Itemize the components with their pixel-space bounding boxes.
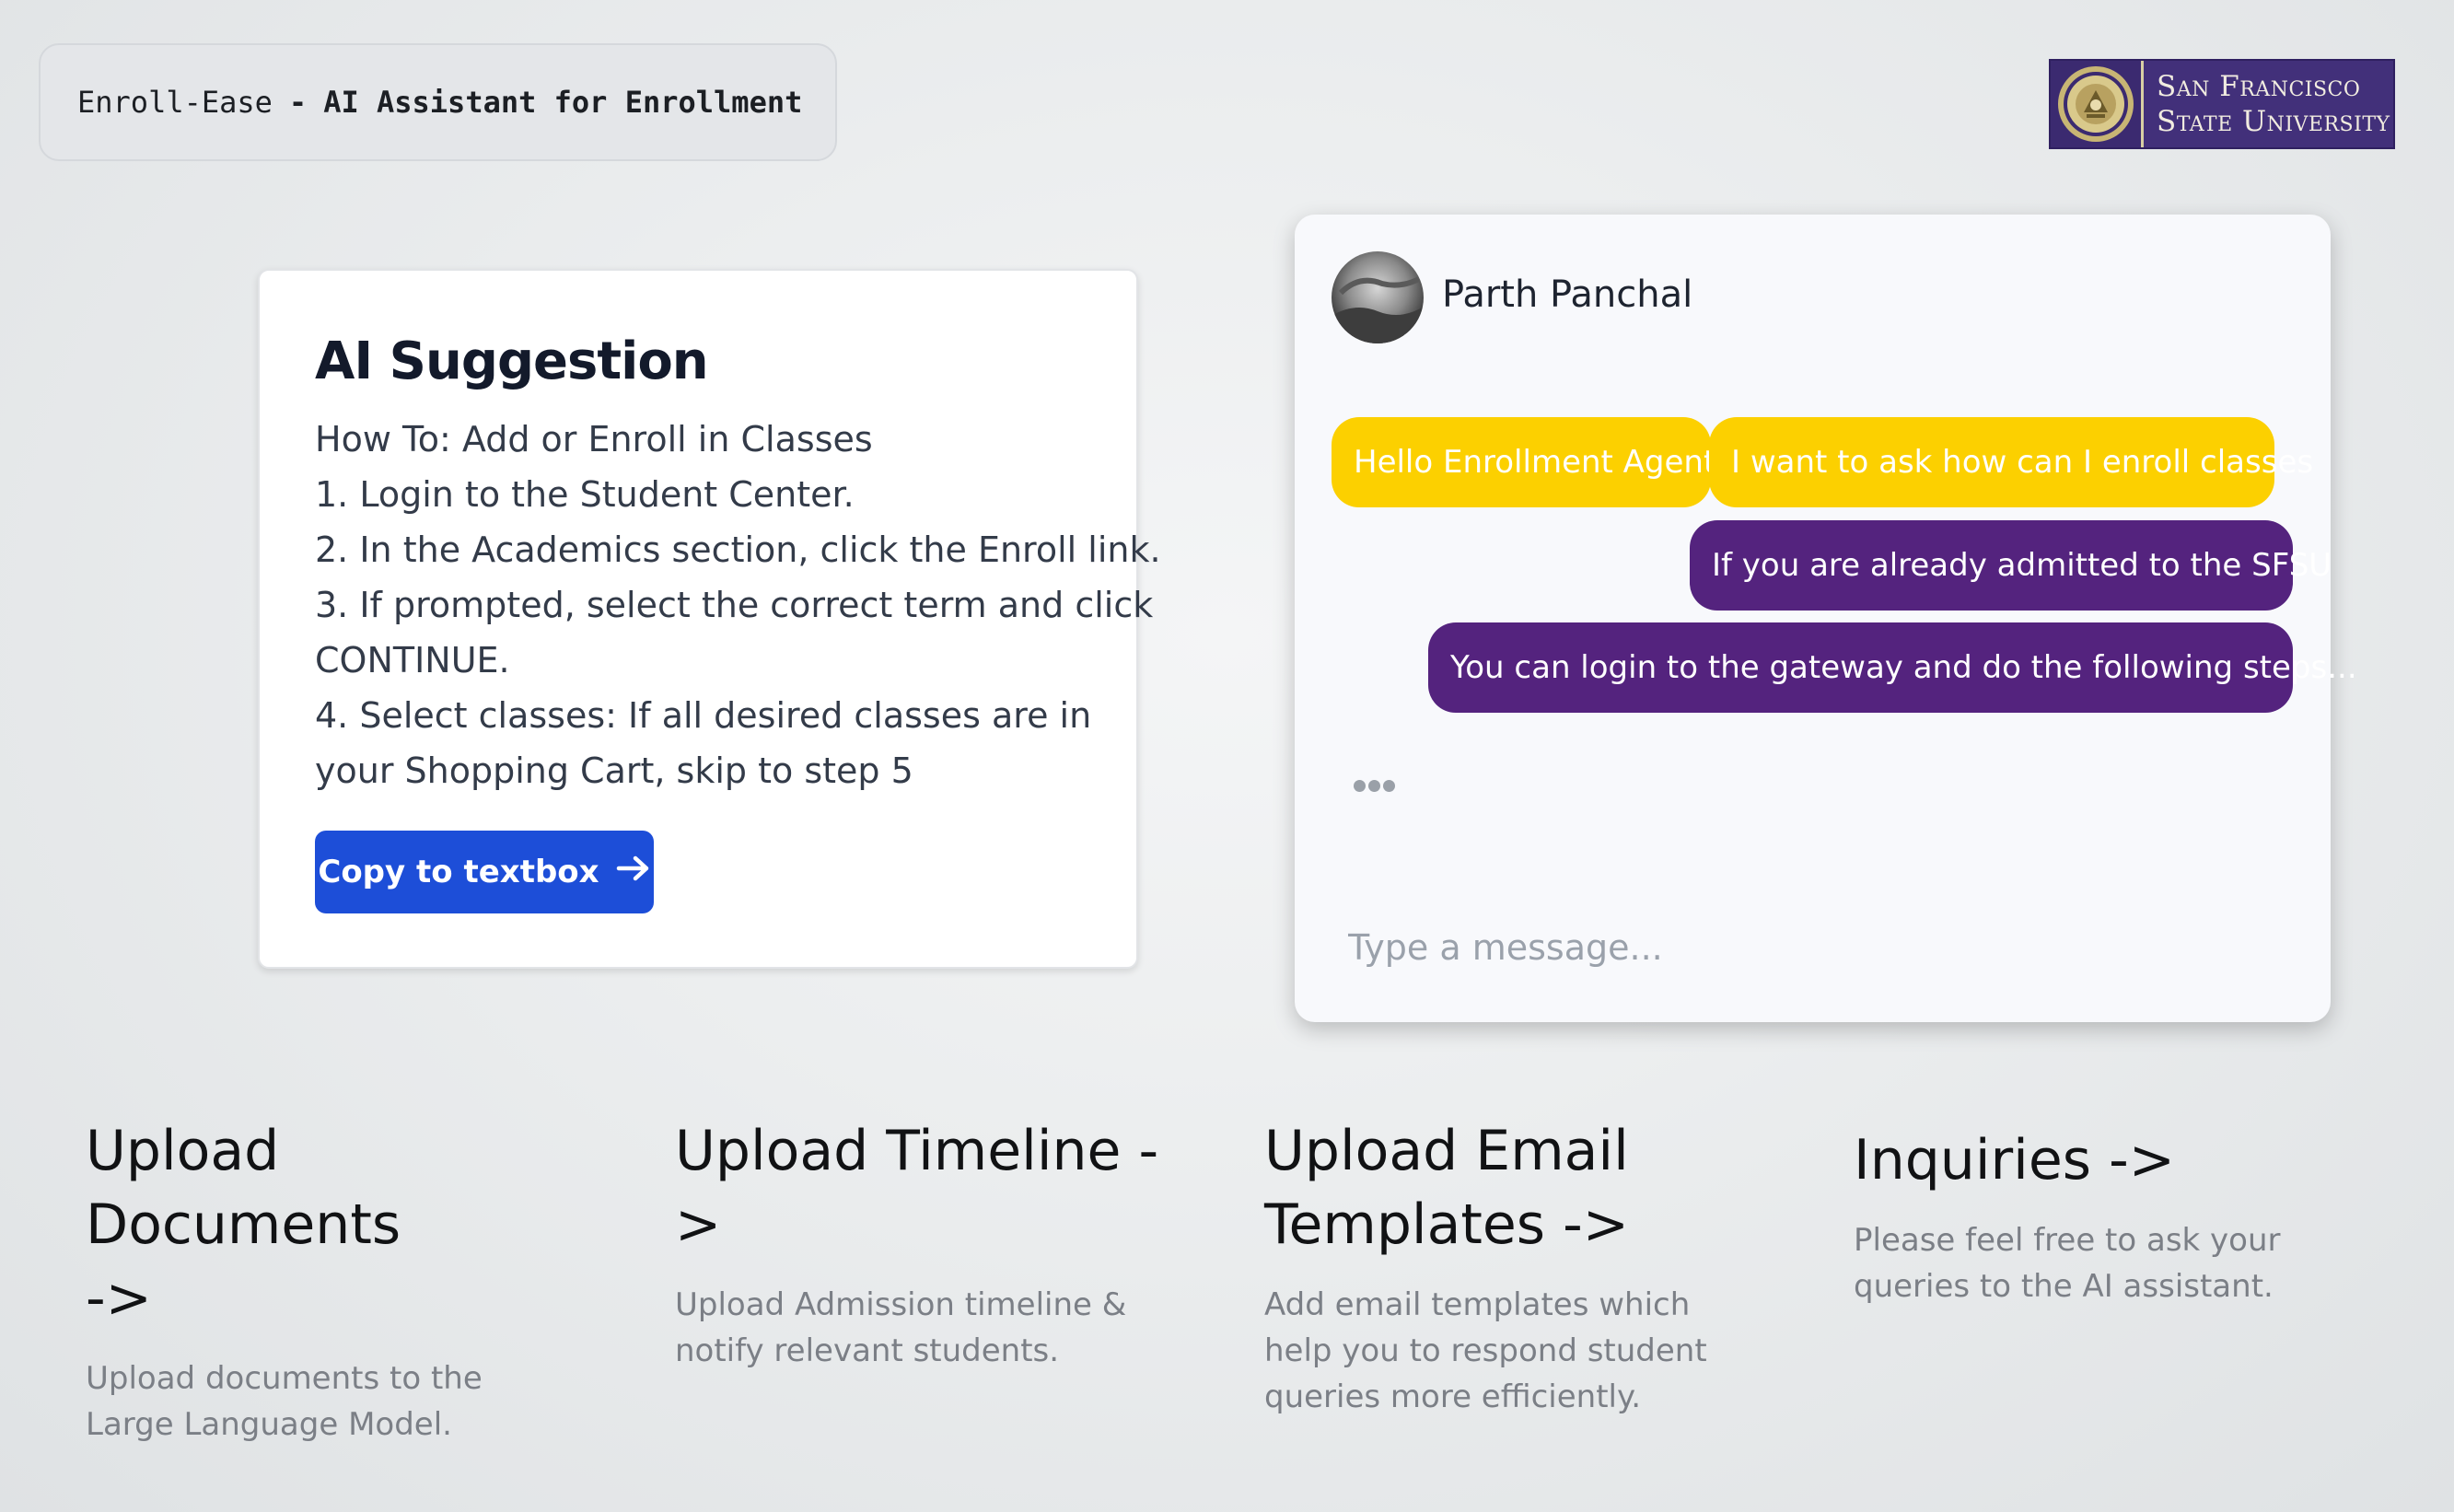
upload-email-templates-link[interactable]: Upload Email Templates -> — [1264, 1114, 1780, 1262]
message-input[interactable] — [1346, 914, 2280, 981]
feature-title: Upload Email — [1264, 1119, 1629, 1183]
suggestion-line: 4. Select classes: If all desired classe… — [315, 695, 1092, 736]
chat-panel: Parth Panchal Hello Enrollment Agent I w… — [1295, 215, 2357, 1022]
ai-suggestion-card: AI Suggestion How To: Add or Enroll in C… — [258, 269, 1161, 969]
suggestion-line: CONTINUE. — [315, 640, 510, 680]
logo-line-1: San Francisco — [2157, 70, 2361, 103]
feature-description: Please feel free to ask your queries to … — [1854, 1222, 2281, 1305]
upload-timeline-link[interactable]: Upload Timeline -> — [675, 1114, 1191, 1262]
suggestion-line: 2. In the Academics section, click the E… — [315, 529, 1161, 570]
suggestion-line: your Shopping Cart, skip to step 5 — [315, 750, 913, 791]
avatar[interactable] — [1332, 251, 1424, 343]
suggestion-line: 3. If prompted, select the correct term … — [315, 585, 1154, 625]
university-seal-icon — [2051, 61, 2144, 147]
sfsu-logo: San Francisco State University — [2049, 59, 2395, 149]
typing-dots-icon — [1354, 780, 1395, 792]
chat-contact-name: Parth Panchal — [1442, 273, 1693, 316]
logo-line-2: State University — [2157, 105, 2390, 138]
message-bubble-agent: If you are already admitted to the SFSU — [1690, 520, 2332, 611]
feature-description: Upload Admission timeline & notify relev… — [675, 1286, 1127, 1369]
app-name: Enroll-Ease — [77, 85, 273, 120]
upload-documents-link[interactable]: Upload Documents -> — [86, 1114, 601, 1335]
feature-upload-email-templates: Upload Email Templates -> Add email temp… — [1264, 1114, 1780, 1420]
feature-upload-timeline: Upload Timeline -> Upload Admission time… — [675, 1114, 1191, 1374]
copy-button-label: Copy to textbox — [318, 854, 599, 890]
title-separator: - — [288, 85, 308, 120]
suggestion-body: How To: Add or Enroll in Classes 1. Logi… — [315, 412, 1161, 798]
suggestion-line: 1. Login to the Student Center. — [315, 474, 855, 515]
app-title-bar: Enroll-Ease - AI Assistant for Enrollmen… — [39, 43, 837, 161]
feature-description: Upload documents to the Large Language M… — [86, 1360, 483, 1443]
feature-title: Upload Documents — [86, 1119, 401, 1257]
arrow-right-icon — [616, 854, 651, 890]
feature-inquiries: Inquiries -> Please feel free to ask you… — [1854, 1123, 2369, 1309]
feature-upload-documents: Upload Documents -> Upload documents to … — [86, 1114, 601, 1448]
feature-title: Inquiries -> — [1854, 1128, 2176, 1192]
copy-to-textbox-button[interactable]: Copy to textbox — [315, 831, 654, 913]
feature-title-arrow: -> — [86, 1266, 152, 1331]
message-bubble-user: I want to ask how can I enroll classes — [1709, 417, 2313, 507]
feature-description: Add email templates which help you to re… — [1264, 1286, 1707, 1415]
message-bubble-user: Hello Enrollment Agent — [1332, 417, 1715, 507]
feature-title: Upload Timeline -> — [675, 1119, 1159, 1257]
app-tagline: AI Assistant for Enrollment — [323, 85, 803, 120]
feature-title-line-2: Templates -> — [1264, 1192, 1630, 1257]
suggestion-title: AI Suggestion — [315, 331, 709, 391]
inquiries-link[interactable]: Inquiries -> — [1854, 1123, 2369, 1197]
message-bubble-agent: You can login to the gateway and do the … — [1428, 622, 2357, 713]
logo-wordmark: San Francisco State University — [2144, 61, 2393, 147]
suggestion-line: How To: Add or Enroll in Classes — [315, 419, 873, 459]
